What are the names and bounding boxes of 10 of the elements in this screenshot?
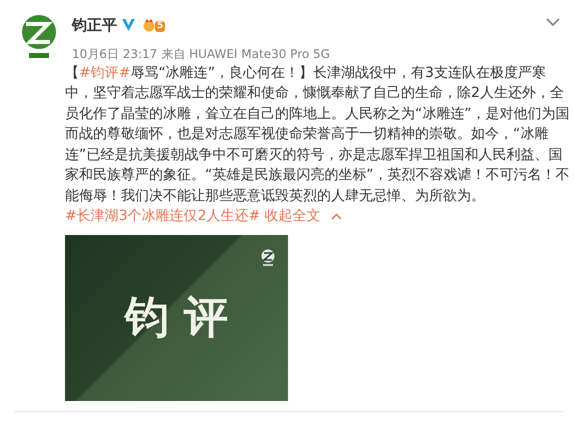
post-image[interactable]: 钧 评 <box>65 234 288 400</box>
image-title: 钧 评 <box>124 290 228 344</box>
topic-link[interactable]: #长津湖3个冰雕连仅2人生还# <box>65 208 260 224</box>
collapse-link[interactable]: 收起全文 <box>264 208 342 224</box>
post-text: 【#钧评#辱骂“冰雕连”，良心何在！】长津湖战役中，有3支连队在极度严寒中，坚守着志愿军战士的荣耀和使命，慷慨奉献了自己的生命，除2人生还外，全员化作了晶莹的冰雕，耸立在自己的阵地上。人民称之为“冰雕连”，是对他们为国而战的尊敬缅怀，也是对志愿军视使命荣誉高于一切精神的崇敬。如今，“冰雕连”已经是抗美援朝战争中不可磨灭的符号，亦是志愿军捍卫祖国和人民利益、国家和民族尊严的象征。“英雄是民族最闪亮的坐标”，英烈不容戏谑！不可污名！不能侮辱！我们决不能让那些恶意诋毁英烈的人肆无忌惮、为所欲为。 #长津湖3个冰雕连仅2人生还# 收起全文 <box>65 64 570 226</box>
post-time[interactable]: 10月6日 23:17 <box>72 44 158 62</box>
post-source: 来自 HUAWEI Mate30 Pro 5G <box>161 46 330 62</box>
topic-link[interactable]: #钧评# <box>79 64 130 80</box>
member-level-badge: 5 <box>155 21 166 32</box>
author-name[interactable]: 钧正平 <box>72 14 117 36</box>
